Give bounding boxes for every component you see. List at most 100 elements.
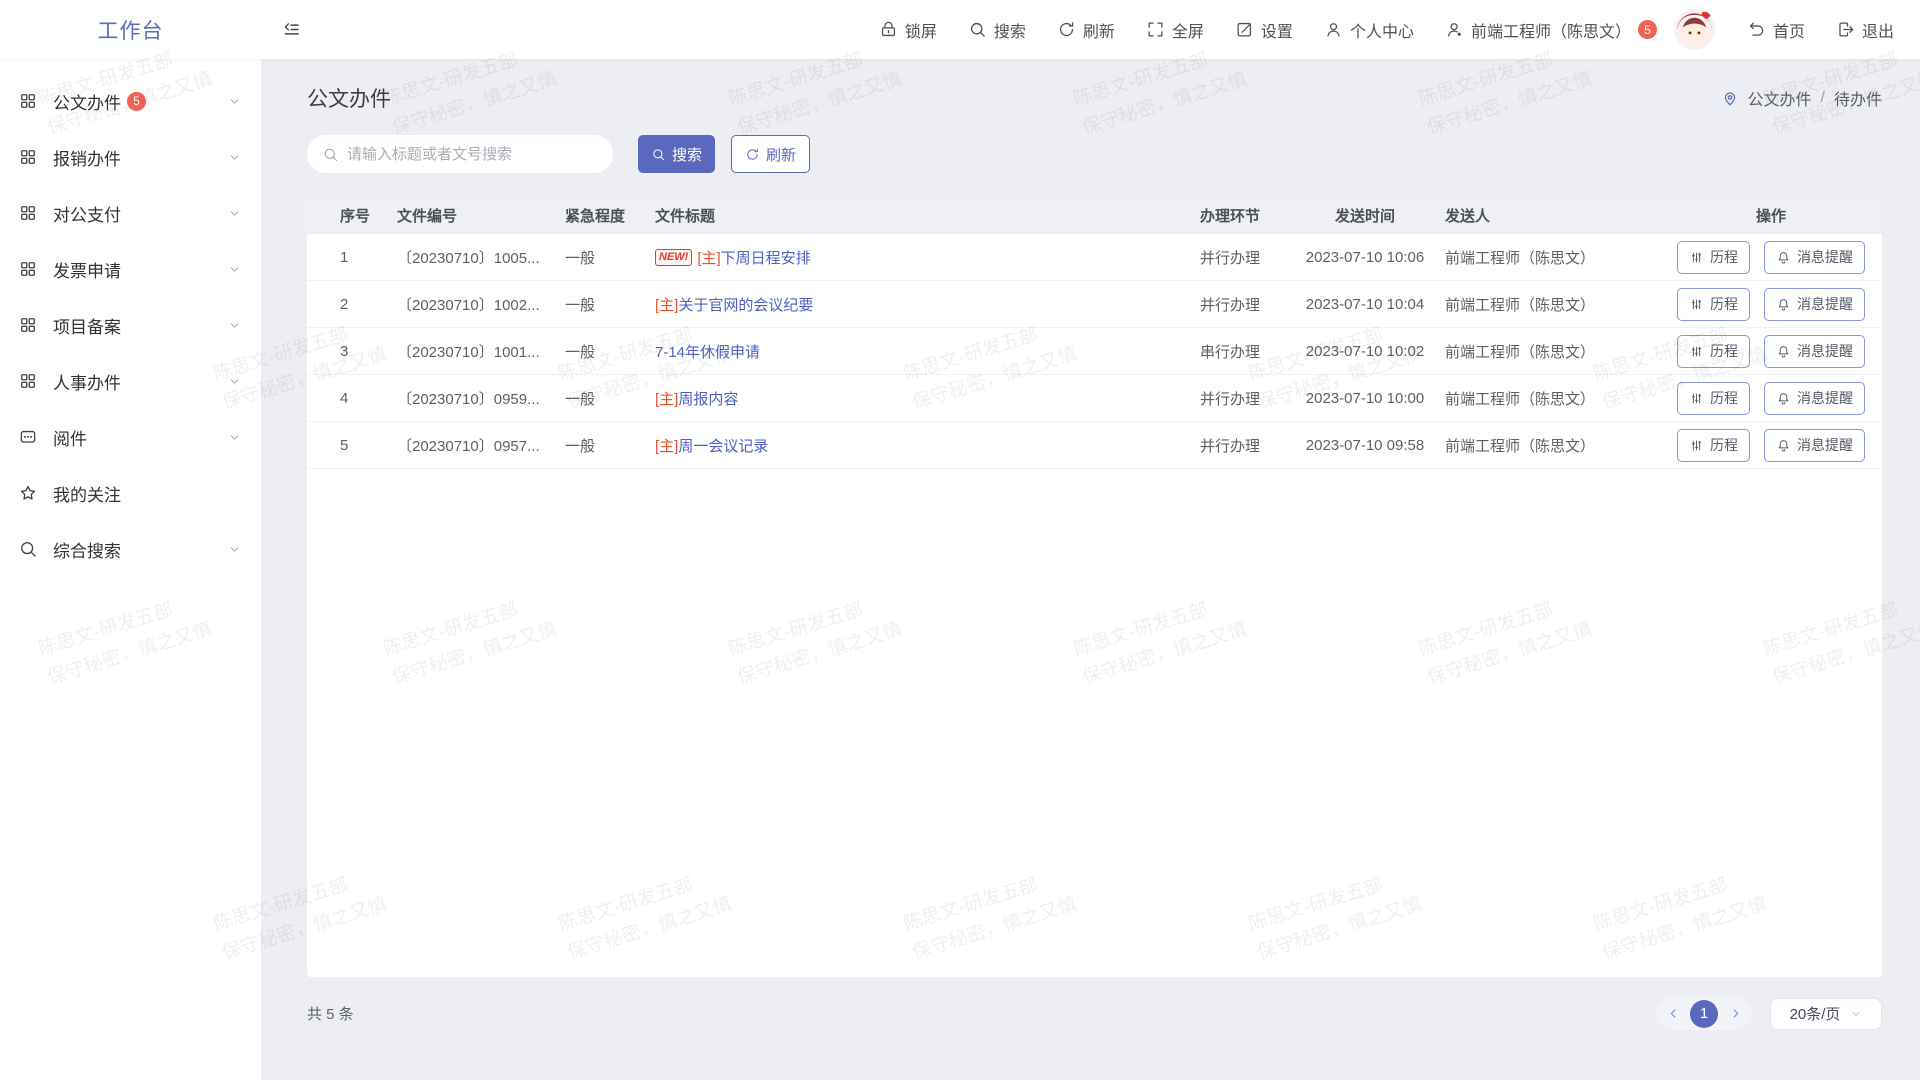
history-button[interactable]: 历程 <box>1677 288 1750 321</box>
sender: 前端工程师（陈思文） <box>1445 435 1660 456</box>
notify-button[interactable]: 消息提醒 <box>1764 382 1865 415</box>
doc-number: 〔20230710〕0959... <box>397 388 565 409</box>
settings-icon <box>1235 20 1254 39</box>
profile-center-button[interactable]: 个人中心 <box>1324 18 1414 42</box>
process-step: 并行办理 <box>1175 435 1285 456</box>
row-index: 2 <box>307 296 397 313</box>
page-size-select[interactable]: 20条/页 <box>1770 998 1882 1030</box>
bell-icon <box>1776 344 1791 359</box>
user-message-badge: 5 <box>1638 20 1657 39</box>
avatar-image <box>1673 8 1716 51</box>
new-badge: NEW! <box>655 249 692 266</box>
row-index: 3 <box>307 343 397 360</box>
table-header-row: 序号 文件编号 紧急程度 文件标题 办理环节 发送时间 发送人 操作 <box>307 197 1882 234</box>
send-time: 2023-07-10 10:02 <box>1285 343 1445 360</box>
sidebar-item-corporate-payment[interactable]: 对公支付 <box>0 185 261 241</box>
chevron-right-icon <box>1729 1007 1742 1020</box>
chevron-down-icon <box>228 431 241 444</box>
logout-icon <box>1836 20 1855 39</box>
doc-title-link[interactable]: 下周日程安排 <box>721 247 811 268</box>
send-time: 2023-07-10 10:00 <box>1285 390 1445 407</box>
sidebar-item-hr-matters[interactable]: 人事办件 <box>0 353 261 409</box>
next-page-button[interactable] <box>1723 1002 1747 1026</box>
logout-button[interactable]: 退出 <box>1836 18 1894 42</box>
notify-button[interactable]: 消息提醒 <box>1764 288 1865 321</box>
sidebar-item-official-docs[interactable]: 公文办件 5 <box>0 73 261 129</box>
back-home-icon <box>1747 20 1766 39</box>
history-button[interactable]: 历程 <box>1677 429 1750 462</box>
user-avatar[interactable] <box>1673 8 1716 51</box>
send-time: 2023-07-10 10:06 <box>1285 249 1445 266</box>
chevron-down-icon <box>228 207 241 220</box>
grid-icon <box>18 147 38 167</box>
workbench-app: 工作台 锁屏 搜索 刷新 全屏 设置 个人中心 前端工程师（陈思文） 5 <box>0 0 1920 1080</box>
doc-title-link[interactable]: 关于官网的会议纪要 <box>678 294 813 315</box>
document-table: 序号 文件编号 紧急程度 文件标题 办理环节 发送时间 发送人 操作 1 〔20… <box>307 197 1882 977</box>
table-body: 1 〔20230710〕1005... 一般 NEW! [主] 下周日程安排 并… <box>307 234 1882 469</box>
doc-title-link[interactable]: 7-14年休假申请 <box>655 341 760 362</box>
fullscreen-button[interactable]: 全屏 <box>1146 18 1204 42</box>
sidebar: 公文办件 5 报销办件 对公支付 发票申请 项目备案 人事办件 <box>0 59 261 1080</box>
notify-button[interactable]: 消息提醒 <box>1764 241 1865 274</box>
doc-title-link[interactable]: 周报内容 <box>678 388 738 409</box>
lock-screen-button[interactable]: 锁屏 <box>879 18 937 42</box>
notify-button[interactable]: 消息提醒 <box>1764 429 1865 462</box>
sliders-icon <box>1689 250 1704 265</box>
col-header-step: 办理环节 <box>1175 205 1285 226</box>
doc-title-link[interactable]: 周一会议记录 <box>678 435 768 456</box>
total-count: 共 5 条 <box>307 1003 354 1024</box>
bell-icon <box>1776 391 1791 406</box>
chevron-down-icon <box>228 263 241 276</box>
sidebar-item-reimbursement[interactable]: 报销办件 <box>0 129 261 185</box>
refresh-list-button[interactable]: 刷新 <box>731 135 810 173</box>
grid-icon <box>18 91 38 111</box>
col-header-doc-no: 文件编号 <box>397 205 565 226</box>
process-step: 并行办理 <box>1175 294 1285 315</box>
sidebar-item-project-filing[interactable]: 项目备案 <box>0 297 261 353</box>
sidebar-item-invoice-request[interactable]: 发票申请 <box>0 241 261 297</box>
urgency: 一般 <box>565 247 655 268</box>
history-button[interactable]: 历程 <box>1677 335 1750 368</box>
search-button[interactable]: 搜索 <box>638 135 715 173</box>
settings-button[interactable]: 设置 <box>1235 18 1293 42</box>
table-row: 3 〔20230710〕1001... 一般 7-14年休假申请 串行办理 20… <box>307 328 1882 375</box>
doc-number: 〔20230710〕0957... <box>397 435 565 456</box>
sidebar-item-reading-docs[interactable]: 阅件 <box>0 409 261 465</box>
col-header-index: 序号 <box>307 205 397 226</box>
page-1-button[interactable]: 1 <box>1690 1000 1718 1028</box>
breadcrumb-separator: / <box>1821 89 1825 107</box>
message-icon <box>18 427 38 447</box>
col-header-urgency: 紧急程度 <box>565 205 655 226</box>
notify-button[interactable]: 消息提醒 <box>1764 335 1865 368</box>
row-index: 4 <box>307 390 397 407</box>
process-step: 并行办理 <box>1175 247 1285 268</box>
breadcrumb-root[interactable]: 公文办件 <box>1748 86 1812 110</box>
sliders-icon <box>1689 438 1704 453</box>
refresh-button[interactable]: 刷新 <box>1057 18 1115 42</box>
urgency: 一般 <box>565 435 655 456</box>
main-content: 公文办件 公文办件 / 待办件 搜索 刷新 <box>261 59 1920 1080</box>
chevron-down-icon <box>228 375 241 388</box>
current-user[interactable]: 前端工程师（陈思文） 5 <box>1445 18 1657 42</box>
sidebar-item-my-follows[interactable]: 我的关注 <box>0 465 261 521</box>
history-button[interactable]: 历程 <box>1677 241 1750 274</box>
grid-icon <box>18 259 38 279</box>
search-input[interactable] <box>347 146 598 163</box>
sidebar-collapse-button[interactable] <box>281 19 302 40</box>
grid-icon <box>18 203 38 223</box>
col-header-sender: 发送人 <box>1445 205 1660 226</box>
history-button[interactable]: 历程 <box>1677 382 1750 415</box>
prev-page-button[interactable] <box>1661 1002 1685 1026</box>
global-search-button[interactable]: 搜索 <box>968 18 1026 42</box>
grid-icon <box>18 371 38 391</box>
doc-number: 〔20230710〕1005... <box>397 247 565 268</box>
lock-icon <box>879 20 898 39</box>
home-button[interactable]: 首页 <box>1747 18 1805 42</box>
app-logo: 工作台 <box>0 15 261 45</box>
sidebar-item-global-search[interactable]: 综合搜索 <box>0 521 261 577</box>
main-doc-tag: [主] <box>655 294 678 315</box>
col-header-title: 文件标题 <box>655 205 1175 226</box>
sliders-icon <box>1689 297 1704 312</box>
sender: 前端工程师（陈思文） <box>1445 294 1660 315</box>
fullscreen-icon <box>1146 20 1165 39</box>
